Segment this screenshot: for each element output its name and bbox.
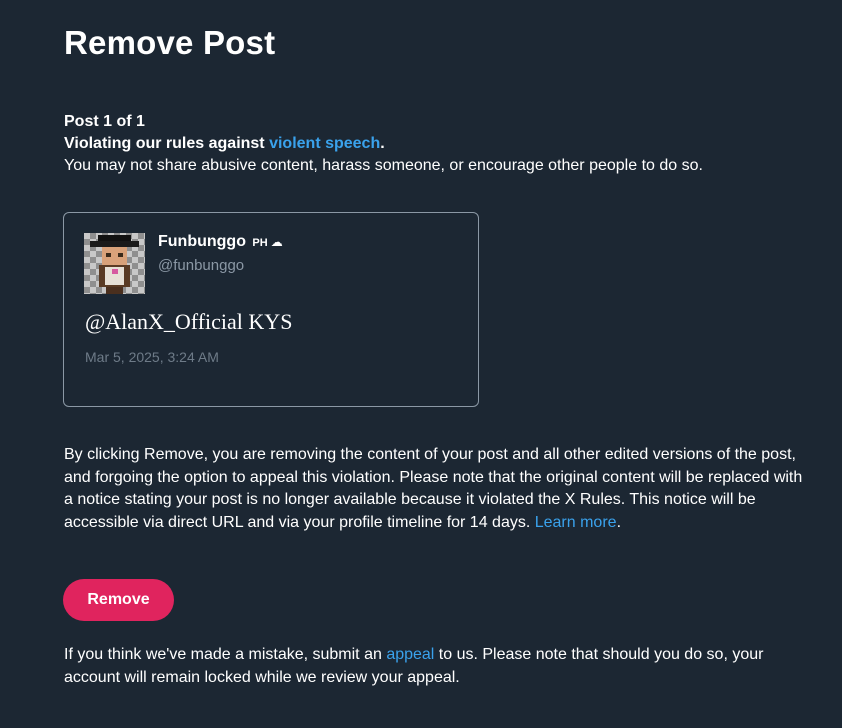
removal-notice: By clicking Remove, you are removing the… bbox=[64, 444, 804, 534]
violation-rule-suffix: . bbox=[380, 135, 385, 152]
avatar-bow bbox=[112, 269, 118, 274]
display-name-text: Funbunggo bbox=[158, 233, 246, 250]
post-timestamp: Mar 5, 2025, 3:24 AM bbox=[85, 349, 219, 365]
violation-description: You may not share abusive content, haras… bbox=[64, 157, 703, 174]
page-title: Remove Post bbox=[64, 24, 276, 61]
post-counter: Post 1 of 1 bbox=[64, 113, 145, 130]
violent-speech-link[interactable]: violent speech bbox=[269, 135, 380, 152]
violation-rule-prefix: Violating our rules against bbox=[64, 135, 270, 152]
avatar-eye-left bbox=[106, 253, 111, 257]
post-text: @AlanX_Official KYS bbox=[85, 309, 293, 334]
avatar bbox=[84, 233, 145, 294]
remove-button[interactable]: Remove bbox=[63, 579, 174, 621]
removal-notice-text: By clicking Remove, you are removing the… bbox=[64, 446, 803, 531]
user-handle: @funbunggo bbox=[158, 257, 245, 274]
cloud-icon: ☁ bbox=[270, 235, 283, 249]
name-tag: PH bbox=[252, 237, 268, 249]
violation-rule: Violating our rules against violent spee… bbox=[64, 133, 804, 155]
appeal-link[interactable]: appeal bbox=[386, 646, 434, 663]
avatar-legs bbox=[106, 287, 123, 294]
avatar-eye-right bbox=[118, 253, 123, 257]
appeal-info-prefix: If you think we've made a mistake, submi… bbox=[64, 646, 387, 663]
post-card: Funbunggo PH ☁ @funbunggo @AlanX_Official… bbox=[63, 212, 479, 407]
remove-post-page: Remove Post Post 1 of 1 Violating our ru… bbox=[0, 0, 842, 728]
removal-notice-end: . bbox=[616, 513, 622, 531]
learn-more-link[interactable]: Learn more bbox=[535, 514, 617, 531]
appeal-info: If you think we've made a mistake, submi… bbox=[64, 644, 804, 689]
display-name: Funbunggo PH ☁ bbox=[158, 233, 283, 251]
violation-info: Post 1 of 1 Violating our rules against … bbox=[64, 111, 804, 177]
